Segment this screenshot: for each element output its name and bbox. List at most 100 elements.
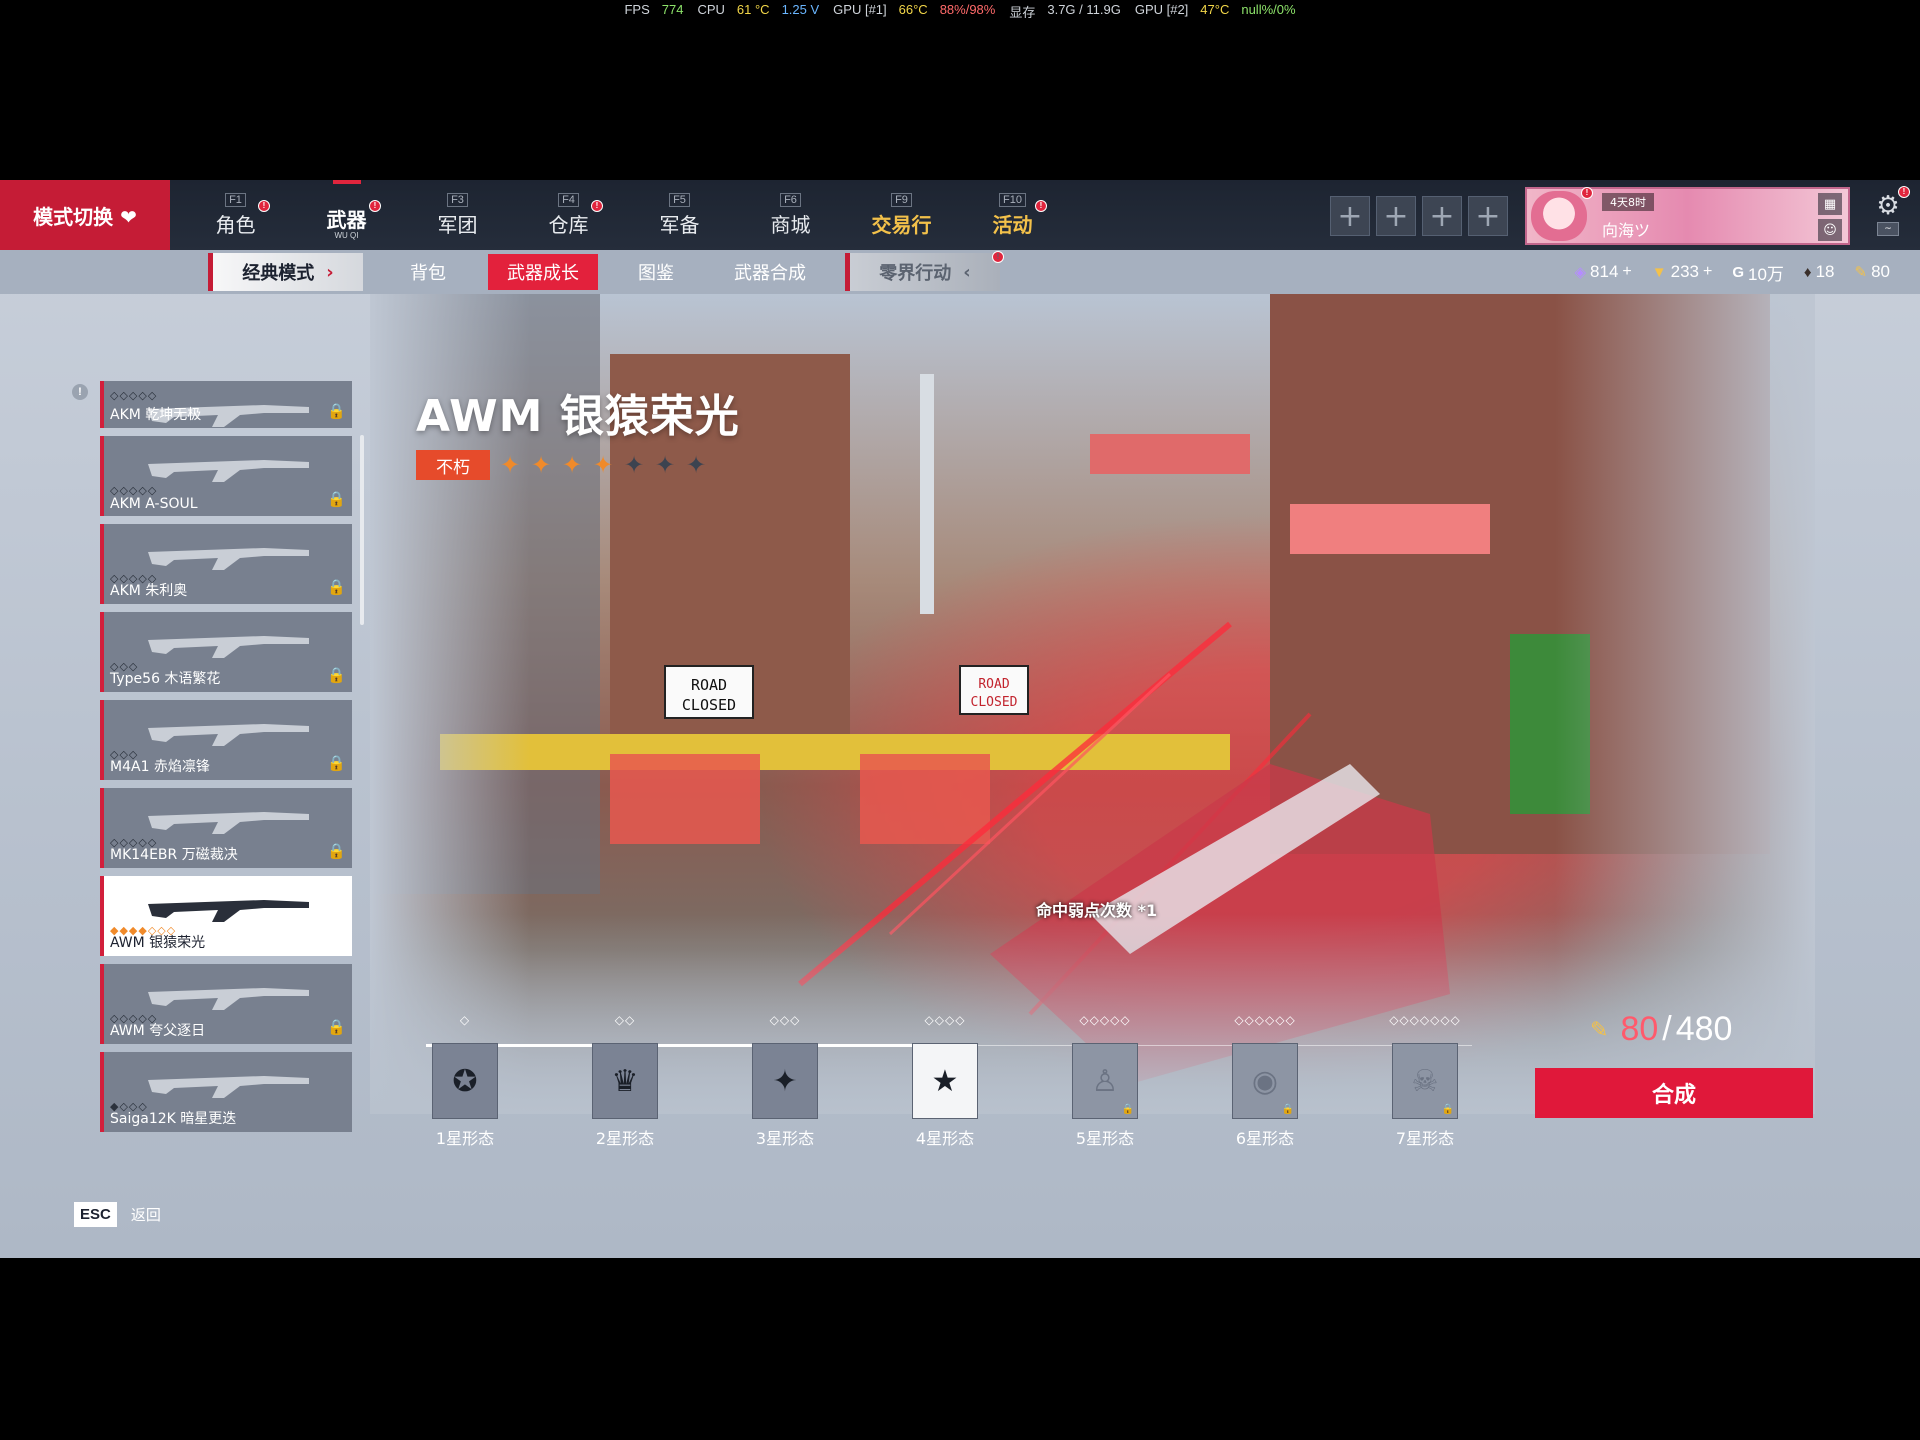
currency-value: 80 (1871, 262, 1890, 281)
star-filled-icon: ✦ (561, 451, 583, 479)
player-profile-card[interactable]: ! 4天8时 向海ツ ▦ ☺ (1525, 187, 1850, 245)
friends-icon[interactable]: ☺ (1818, 219, 1842, 241)
stage-label: 5星形态 (1075, 1129, 1135, 1148)
star-stage-3[interactable]: ◇◇◇ ✦ 3星形态 (730, 1013, 840, 1163)
nav-label: 商城 (770, 212, 811, 237)
stage-card: ♛ (592, 1043, 658, 1119)
stage-label: 3星形态 (755, 1129, 815, 1148)
back-button[interactable]: ESC 返回 (74, 1202, 161, 1227)
rarity-badge: 不朽 (416, 450, 490, 480)
purple-gem-icon: ◈ (1574, 264, 1587, 281)
currency-gold[interactable]: ▼ 233 + (1652, 262, 1713, 282)
tab-weapon-growth[interactable]: 武器成长 (488, 254, 598, 290)
weapon-list-item[interactable]: ◆◆◆◆◇◇◇ AWM 银猿荣光 (100, 876, 352, 956)
currency-gem[interactable]: ◈ 814 + (1574, 262, 1631, 282)
nav-key: F5 (669, 192, 690, 207)
add-slot-button[interactable]: + (1330, 196, 1370, 236)
gpu1-temp: 66°C (898, 2, 928, 17)
weapon-list-name: M4A1 赤焰凛锋 (110, 759, 210, 775)
star-filled-icon: ✦ (530, 451, 552, 479)
star-filled-icon: ✦ (592, 451, 614, 479)
fps-value: 774 (661, 2, 684, 17)
star-stage-4[interactable]: ◇◇◇◇ ★ 4星形态 (890, 1013, 1000, 1163)
stats-icon[interactable]: ▦ (1818, 193, 1842, 215)
material-progress: ✎ 80/480 (1590, 1010, 1732, 1049)
weapon-list-name: AWM 银猿荣光 (110, 935, 206, 951)
weapon-list-scrollbar[interactable] (360, 435, 364, 625)
cpu-voltage: 1.25 V (781, 2, 820, 17)
weapon-list-item[interactable]: ◇◇◇◇◇ MK14EBR 万磁裁决 🔒 (100, 788, 352, 868)
cpu-label: CPU (697, 2, 725, 17)
stage-card: ★ (912, 1043, 978, 1119)
add-slot-button[interactable]: + (1376, 196, 1416, 236)
tab-weapon-synthesis[interactable]: 武器合成 (720, 250, 820, 294)
star-stage-7[interactable]: ◇◇◇◇◇◇◇ ☠ 🔒 7星形态 (1370, 1013, 1480, 1163)
sign-text: CLOSED (971, 695, 1018, 710)
nav-weapon[interactable]: 武器 WU QI ! (291, 180, 402, 250)
gpu1-label: GPU [#1] (833, 2, 887, 17)
tab-codex[interactable]: 图鉴 (620, 250, 692, 294)
tab-bag[interactable]: 背包 (392, 250, 464, 294)
horn-emblem-icon: ♛ (611, 1063, 639, 1099)
weapon-list-name: AKM A-SOUL (110, 496, 198, 512)
main-nav: F1 角色 ! 武器 WU QI ! F3 军团 F4 仓库 ! F5 军备 F… (180, 180, 1068, 250)
nav-armory[interactable]: F5 军备 (624, 180, 735, 250)
notification-dot: ! (258, 200, 270, 212)
notification-dot: ! (992, 251, 1004, 263)
performance-overlay: FPS 774 CPU 61 °C 1.25 V GPU [#1] 66°C 88%/98… (0, 0, 1920, 20)
top-navigation-bar: 模式切换 ❤ F1 角色 ! 武器 WU QI ! F3 军团 F4 仓库 ! … (0, 180, 1920, 250)
eye-icon: ◉ (1251, 1063, 1279, 1099)
lock-icon: 🔒 (327, 1018, 346, 1036)
weapon-list-item[interactable]: ◇◇◇ Type56 木语繁花 🔒 (100, 612, 352, 692)
weapon-silhouette-icon (148, 988, 309, 1010)
stage-card: ✦ (752, 1043, 818, 1119)
weapon-list-name: MK14EBR 万磁裁决 (110, 847, 238, 863)
lock-icon: 🔒 (327, 666, 346, 684)
vram-value: 3.7G / 11.9G (1047, 2, 1121, 17)
nav-shop[interactable]: F6 商城 (735, 180, 846, 250)
classic-mode-label: 经典模式 (242, 263, 315, 284)
star-stage-2[interactable]: ◇◇ ♛ 2星形态 (570, 1013, 680, 1163)
add-currency-button[interactable]: + (1703, 263, 1712, 281)
weapon-list-item[interactable]: ◇◇◇◇◇ AKM A-SOUL 🔒 (100, 436, 352, 516)
nav-key: F10 (999, 192, 1026, 207)
add-currency-button[interactable]: + (1622, 263, 1631, 281)
nav-label: 军备 (659, 212, 700, 237)
nav-trading[interactable]: F9 交易行 (846, 180, 957, 250)
weapon-list-name: AKM 朱利奥 (110, 583, 188, 599)
nav-key: F1 (225, 192, 246, 207)
material-total: 480 (1675, 1010, 1733, 1048)
zero-operation-card[interactable]: 零界行动 ‹ ! (845, 251, 1004, 291)
zero-operation-label: 零界行动 (879, 263, 952, 284)
weapon-list-item[interactable]: ◆◇◇◇ Saiga12K 暗星更迭 (100, 1052, 352, 1132)
weapon-list-item[interactable]: ◇◇◇◇◇ AKM 朱利奥 🔒 (100, 524, 352, 604)
weapon-list-item[interactable]: ◇◇◇ M4A1 赤焰凛锋 🔒 (100, 700, 352, 780)
currency-value: 18 (1815, 262, 1835, 281)
add-slot-button[interactable]: + (1422, 196, 1462, 236)
weapon-list-name: AKM 乾坤无极 (110, 407, 202, 423)
weapon-list-item[interactable]: ◇◇◇◇◇ AKM 乾坤无极 🔒 (100, 381, 352, 428)
star-stage-6[interactable]: ◇◇◇◇◇◇ ◉ 🔒 6星形态 (1210, 1013, 1320, 1163)
synthesize-button[interactable]: 合成 (1535, 1068, 1813, 1118)
stage-pips: ◇◇◇◇◇◇ (1234, 1013, 1296, 1027)
weapon-list[interactable]: ◇◇◇◇◇ AKM 乾坤无极 🔒 ◇◇◇◇◇ AKM A-SOUL 🔒 ◇◇◇◇◇ AKM 朱… (100, 381, 354, 1148)
settings-button[interactable]: ⚙ ~ ! (1866, 186, 1910, 240)
stage-card: ✪ (432, 1043, 498, 1119)
star-stage-5[interactable]: ◇◇◇◇◇ ♙ 🔒 5星形态 (1050, 1013, 1160, 1163)
nav-events[interactable]: F10 活动 ! (957, 180, 1068, 250)
chat-icon: ~ (1877, 222, 1899, 236)
cpu-temp: 61 °C (736, 2, 770, 17)
add-slot-button[interactable]: + (1468, 196, 1508, 236)
gold-bar-icon: ▼ (1651, 263, 1667, 281)
classic-mode-card[interactable]: 经典模式 › (208, 253, 363, 291)
info-icon[interactable]: ! (72, 384, 88, 400)
currency-value: 10万 (1748, 264, 1784, 284)
star-stage-1[interactable]: ◇ ✪ 1星形态 (410, 1013, 520, 1163)
currency-value: 814 (1590, 262, 1619, 281)
weapon-silhouette-icon (148, 460, 309, 482)
mode-switch-button[interactable]: 模式切换 ❤ (0, 180, 170, 250)
weapon-list-item[interactable]: ◇◇◇◇◇ AWM 夸父逐日 🔒 (100, 964, 352, 1044)
nav-legion[interactable]: F3 军团 (402, 180, 513, 250)
nav-role[interactable]: F1 角色 ! (180, 180, 291, 250)
nav-warehouse[interactable]: F4 仓库 ! (513, 180, 624, 250)
